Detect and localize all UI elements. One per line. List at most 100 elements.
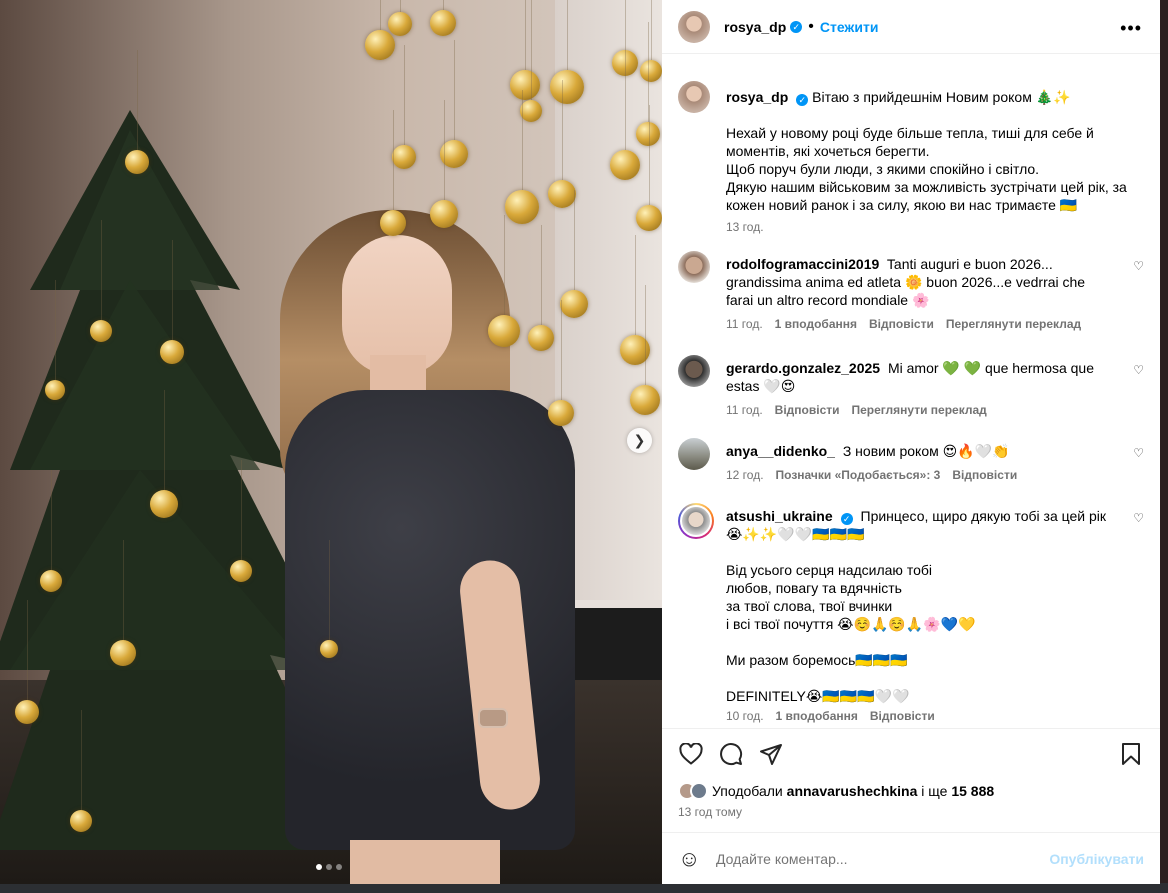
woman-legs <box>350 840 500 884</box>
caption-line: Щоб поруч були люди, з якими спокійно і … <box>726 161 1040 177</box>
bottom-backdrop <box>0 883 1168 893</box>
chevron-right-icon: ❯ <box>633 432 646 448</box>
reply-button[interactable]: Відповісти <box>870 709 935 723</box>
caption-time: 13 год. <box>726 220 764 234</box>
comment-heart-icon[interactable]: ♡ <box>1133 511 1144 525</box>
woman-face <box>342 235 452 375</box>
comment-input[interactable] <box>716 850 1050 867</box>
ornament <box>320 540 338 658</box>
ornament <box>610 50 640 180</box>
carousel-dot <box>336 864 342 870</box>
ornament <box>70 710 92 832</box>
bookmark-icon[interactable] <box>1118 741 1144 767</box>
share-icon[interactable] <box>758 741 784 767</box>
ornament <box>548 80 576 208</box>
comment-time: 11 год. <box>726 403 763 417</box>
ornament <box>160 240 184 364</box>
post-header: rosya_dp ✓ • Стежити ••• <box>662 0 1160 54</box>
carousel-dot <box>326 864 332 870</box>
comment-item: atsushi_ukraine ✓ Принцесо, щиро дякую то… <box>678 503 1144 723</box>
avatar[interactable] <box>678 355 710 387</box>
comment-time: 12 год. <box>726 468 764 482</box>
comment-likes[interactable]: Позначки «Подобається»: 3 <box>776 468 941 482</box>
carousel-next-button[interactable]: ❯ <box>627 428 652 453</box>
comment-icon[interactable] <box>718 741 744 767</box>
ornament <box>560 190 588 318</box>
caption-line: Нехай у новому році буде більше тепла, т… <box>726 125 1094 159</box>
publish-button[interactable]: Опублікувати <box>1049 851 1144 867</box>
ornament <box>40 470 62 592</box>
ornament <box>45 280 65 400</box>
comment-item: rodolfogramaccini2019 Tanti auguri e buo… <box>678 251 1144 331</box>
comment-line: Від усього серця надсилаю тобі <box>726 562 932 578</box>
ornament <box>230 460 252 582</box>
liker-avatar <box>690 782 708 800</box>
add-comment-bar: ☺ Опублікувати <box>662 832 1160 884</box>
heart-icon[interactable] <box>678 741 704 767</box>
avatar[interactable] <box>678 10 710 43</box>
comment-line: і всі твої почуття 😭☺️🙏☺️🙏🌸💙💛 <box>726 616 976 632</box>
ornament <box>505 90 539 224</box>
wrist-watch <box>478 708 508 728</box>
carousel-dot <box>316 864 322 870</box>
comment-heart-icon[interactable]: ♡ <box>1133 446 1144 460</box>
ornament <box>150 390 178 518</box>
translate-button[interactable]: Переглянути переклад <box>946 317 1081 331</box>
ornament <box>430 0 456 36</box>
ornament <box>510 0 540 100</box>
ornament <box>90 220 112 342</box>
avatar[interactable] <box>678 251 710 283</box>
comment-item: gerardo.gonzalez_2025 Mi amor 💚 💚 que he… <box>678 355 1144 417</box>
ornament <box>520 0 542 122</box>
reply-button[interactable]: Відповісти <box>952 468 1017 482</box>
reply-button[interactable]: Відповісти <box>775 403 840 417</box>
avatar[interactable] <box>678 438 710 470</box>
ornament <box>125 50 149 174</box>
comment-time: 11 год. <box>726 317 763 331</box>
post-time: 13 год тому <box>678 805 742 819</box>
translate-button[interactable]: Переглянути переклад <box>852 403 987 417</box>
avatar-story-ring[interactable] <box>678 503 714 539</box>
post-panel: rosya_dp ✓ • Стежити ••• rosya_dp ✓ Вітаю… <box>662 0 1160 884</box>
follow-button[interactable]: Стежити <box>820 19 879 35</box>
comment-line: за твої слова, твої вчинки <box>726 598 893 614</box>
comment-heart-icon[interactable]: ♡ <box>1133 259 1144 273</box>
post-username[interactable]: rosya_dp <box>724 19 786 35</box>
ornament <box>15 600 39 724</box>
comment-item: anya__didenko_ З новим роком 😍🔥🤍👏 12 год… <box>678 438 1144 482</box>
ornament <box>380 110 406 236</box>
comment-heart-icon[interactable]: ♡ <box>1133 363 1144 377</box>
comment-line: DEFINITELY😭🇺🇦🇺🇦🇺🇦🤍🤍 <box>726 688 910 704</box>
comment-username[interactable]: atsushi_ukraine <box>726 508 833 524</box>
likes-summary[interactable]: Уподобали annavarushechkina і ще 15 888 <box>678 782 994 800</box>
avatar[interactable] <box>678 81 710 113</box>
background-strip <box>1160 0 1168 893</box>
caption: rosya_dp ✓ Вітаю з прийдешнім Новим роком… <box>678 81 1144 234</box>
caption-username[interactable]: rosya_dp <box>726 89 788 105</box>
more-horizontal-icon[interactable]: ••• <box>1120 18 1142 39</box>
ornament <box>528 225 554 351</box>
verified-badge-icon: ✓ <box>796 94 809 106</box>
emoji-icon[interactable]: ☺ <box>678 846 704 872</box>
ornament <box>640 0 662 82</box>
ornament <box>392 45 416 169</box>
likes-count[interactable]: 15 888 <box>951 783 994 799</box>
caption-line: Дякую нашим військовим за можливість зус… <box>726 179 1127 213</box>
reply-button[interactable]: Відповісти <box>869 317 934 331</box>
caption-title: Вітаю з прийдешнім Новим роком 🎄✨ <box>812 89 1071 105</box>
ornament <box>110 540 136 666</box>
comment-username[interactable]: rodolfogramaccini2019 <box>726 256 879 272</box>
comment-text: З новим роком 😍🔥🤍👏 <box>842 443 1010 459</box>
comments-list[interactable]: rosya_dp ✓ Вітаю з прийдешнім Новим роком… <box>662 55 1160 725</box>
ornament <box>488 215 520 347</box>
comment-username[interactable]: anya__didenko_ <box>726 443 835 459</box>
comment-time: 10 год. <box>726 709 764 723</box>
verified-badge-icon: ✓ <box>790 20 803 33</box>
ornament <box>550 0 584 104</box>
ornament <box>636 105 662 231</box>
likes-user[interactable]: annavarushechkina <box>787 783 918 799</box>
comment-likes[interactable]: 1 вподобання <box>775 317 857 331</box>
post-photo[interactable]: ❯ <box>0 0 662 884</box>
comment-username[interactable]: gerardo.gonzalez_2025 <box>726 360 880 376</box>
comment-likes[interactable]: 1 вподобання <box>776 709 858 723</box>
